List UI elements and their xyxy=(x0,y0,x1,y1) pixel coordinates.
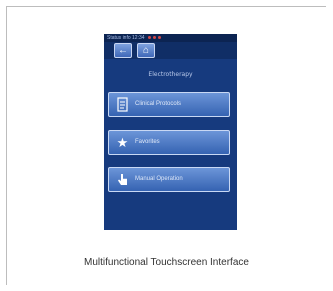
battery-dot xyxy=(158,36,161,39)
battery-dot xyxy=(153,36,156,39)
hand-pointer-icon xyxy=(115,172,130,187)
manual-operation-button[interactable]: Manual Operation xyxy=(108,167,230,192)
manual-operation-label: Manual Operation xyxy=(135,176,183,182)
home-icon: ⌂ xyxy=(142,45,150,56)
clinical-protocols-button[interactable]: Clinical Protocols xyxy=(108,92,230,117)
top-nav-bar: ← ⌂ xyxy=(104,42,237,59)
clinical-protocols-label: Clinical Protocols xyxy=(135,101,182,107)
document-icon xyxy=(115,97,130,112)
status-text: Status info 12:34 xyxy=(107,35,145,41)
touchscreen-device: Status info 12:34 ← ⌂ Electrotherapy Cli… xyxy=(104,34,237,230)
arrow-left-icon: ← xyxy=(118,45,128,56)
back-button[interactable]: ← xyxy=(114,43,132,58)
screen-title: Electrotherapy xyxy=(148,71,193,78)
battery-dot xyxy=(148,36,151,39)
home-button[interactable]: ⌂ xyxy=(137,43,155,58)
favorites-label: Favorites xyxy=(135,139,160,145)
star-icon: ★ xyxy=(116,135,129,150)
status-bar: Status info 12:34 xyxy=(104,34,237,42)
favorites-button[interactable]: ★ Favorites xyxy=(108,130,230,155)
battery-indicator xyxy=(148,36,161,39)
caption: Multifunctional Touchscreen Interface xyxy=(84,257,249,268)
